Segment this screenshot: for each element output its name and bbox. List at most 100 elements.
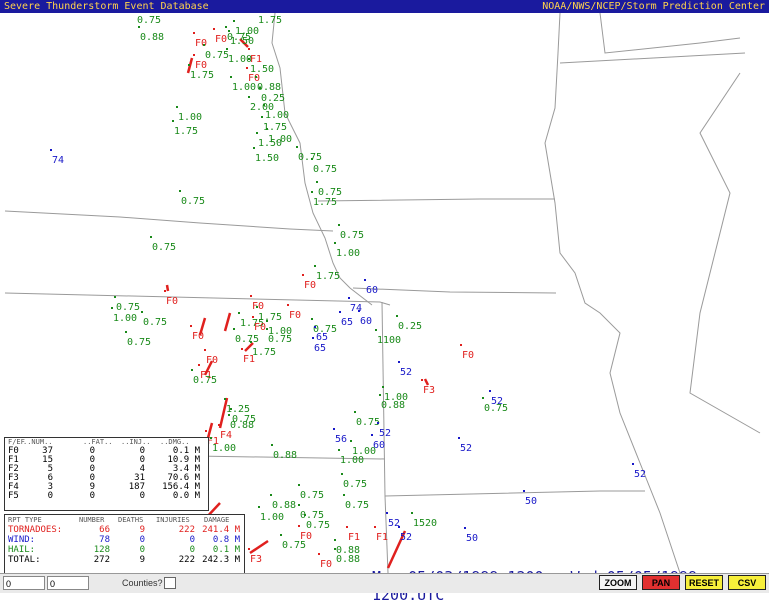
report-label: F0 — [166, 296, 178, 307]
report-label: 1.75 — [316, 271, 340, 282]
report-label: 1520 — [413, 518, 437, 529]
summary-row: TORNADOES: 66 9 222 241.4 M — [5, 525, 244, 535]
report-marker — [523, 490, 525, 492]
report-label: 1.75 — [190, 70, 214, 81]
report-marker — [263, 104, 265, 106]
report-label: 74 — [52, 155, 64, 166]
summary-cell: 0 — [189, 545, 195, 555]
source-label: NOAA/NWS/NCEP/Storm Prediction Center — [542, 1, 765, 12]
report-marker — [270, 494, 272, 496]
report-label: F1 — [376, 532, 388, 543]
report-marker — [246, 67, 248, 69]
pan-button[interactable]: PAN — [642, 575, 680, 590]
report-label: 0.75 — [345, 500, 369, 511]
summary-cell: 222 — [178, 525, 195, 535]
fscale-cell: 0 — [139, 491, 145, 501]
report-marker — [287, 304, 289, 306]
counties-label: Counties? — [122, 578, 163, 588]
report-label: 1.50 — [258, 138, 282, 149]
summary-row: HAIL: 128 0 0 0.1 M — [5, 545, 244, 555]
report-marker — [311, 191, 313, 193]
report-marker — [350, 440, 352, 442]
reset-button[interactable]: RESET — [685, 575, 723, 590]
start-field[interactable]: 0 — [3, 576, 45, 590]
report-marker — [298, 484, 300, 486]
report-marker — [256, 306, 258, 308]
report-marker — [248, 96, 250, 98]
summary-cell: 272 — [93, 555, 110, 565]
report-label: 1.50 — [255, 153, 279, 164]
report-label: 0.75 — [300, 490, 324, 501]
report-label: 52 — [460, 443, 472, 454]
report-label: 0.88 — [272, 500, 296, 511]
report-label: 65 — [316, 332, 328, 343]
report-marker — [382, 386, 384, 388]
report-marker — [172, 120, 174, 122]
summary-cell: 9 — [139, 525, 145, 535]
report-marker — [371, 434, 373, 436]
report-label: 52 — [400, 367, 412, 378]
app-title: Severe Thunderstorm Event Database — [4, 1, 209, 12]
report-label: 0.88 — [336, 554, 360, 565]
report-label: 56 — [335, 434, 347, 445]
report-marker — [460, 344, 462, 346]
hdr-damage: DAMAGE — [204, 516, 230, 524]
report-label: F1 — [243, 354, 255, 365]
report-marker — [252, 316, 254, 318]
report-label: F0 — [254, 322, 266, 333]
report-label: 0.75 — [343, 479, 367, 490]
report-marker — [241, 348, 243, 350]
zoom-button[interactable]: ZOOM — [599, 575, 637, 590]
counties-checkbox[interactable] — [164, 577, 176, 589]
summary-cell: 9 — [139, 555, 145, 565]
event-map[interactable]: 0.75 1.75 0.88 0.75 F0 F0 1.00 1.50 0.75 1.00 F1 1.… — [0, 13, 769, 604]
report-label: 0.88 — [381, 400, 405, 411]
report-marker — [225, 26, 227, 28]
report-marker — [210, 437, 212, 439]
report-label: 0.75 — [484, 403, 508, 414]
report-marker — [280, 534, 282, 536]
report-label: 0.88 — [273, 450, 297, 461]
report-marker — [213, 28, 215, 30]
report-marker — [258, 506, 260, 508]
report-label: F0 — [304, 280, 316, 291]
report-label: 65 — [314, 343, 326, 354]
end-field[interactable]: 0 — [47, 576, 89, 590]
hdr-fat: ..FAT.. — [83, 438, 113, 446]
report-marker — [238, 312, 240, 314]
report-label: F0 — [462, 350, 474, 361]
report-marker — [179, 190, 181, 192]
report-label: F0 — [320, 559, 332, 570]
report-marker — [191, 369, 193, 371]
fscale-cell: 0 — [139, 455, 145, 465]
summary-header: RPT TYPE NUMBER DEATHS INJURIES DAMAGE — [5, 515, 244, 525]
report-label: 74 — [350, 303, 362, 314]
report-marker — [318, 553, 320, 555]
report-marker — [398, 526, 400, 528]
report-marker — [398, 361, 400, 363]
report-marker — [338, 224, 340, 226]
report-marker — [198, 364, 200, 366]
report-label: 0.75 — [268, 334, 292, 345]
report-marker — [348, 297, 350, 299]
report-marker — [164, 290, 166, 292]
report-marker — [411, 512, 413, 514]
report-marker — [311, 158, 313, 160]
report-marker — [266, 320, 268, 322]
report-label: 60 — [366, 285, 378, 296]
hdr-inj: ..INJ.. — [121, 438, 151, 446]
report-label: 0.75 — [116, 302, 140, 313]
report-marker — [377, 422, 379, 424]
report-marker — [339, 311, 341, 313]
report-label: 1.75 — [174, 126, 198, 137]
report-label: 1.75 — [252, 347, 276, 358]
report-marker — [203, 44, 205, 46]
report-marker — [230, 408, 232, 410]
report-marker — [250, 295, 252, 297]
report-label: 1.00 — [336, 248, 360, 259]
report-marker — [379, 394, 381, 396]
report-marker — [334, 539, 336, 541]
csv-button[interactable]: CSV — [728, 575, 766, 590]
summary-cell: 0 — [139, 535, 145, 545]
report-marker — [176, 106, 178, 108]
